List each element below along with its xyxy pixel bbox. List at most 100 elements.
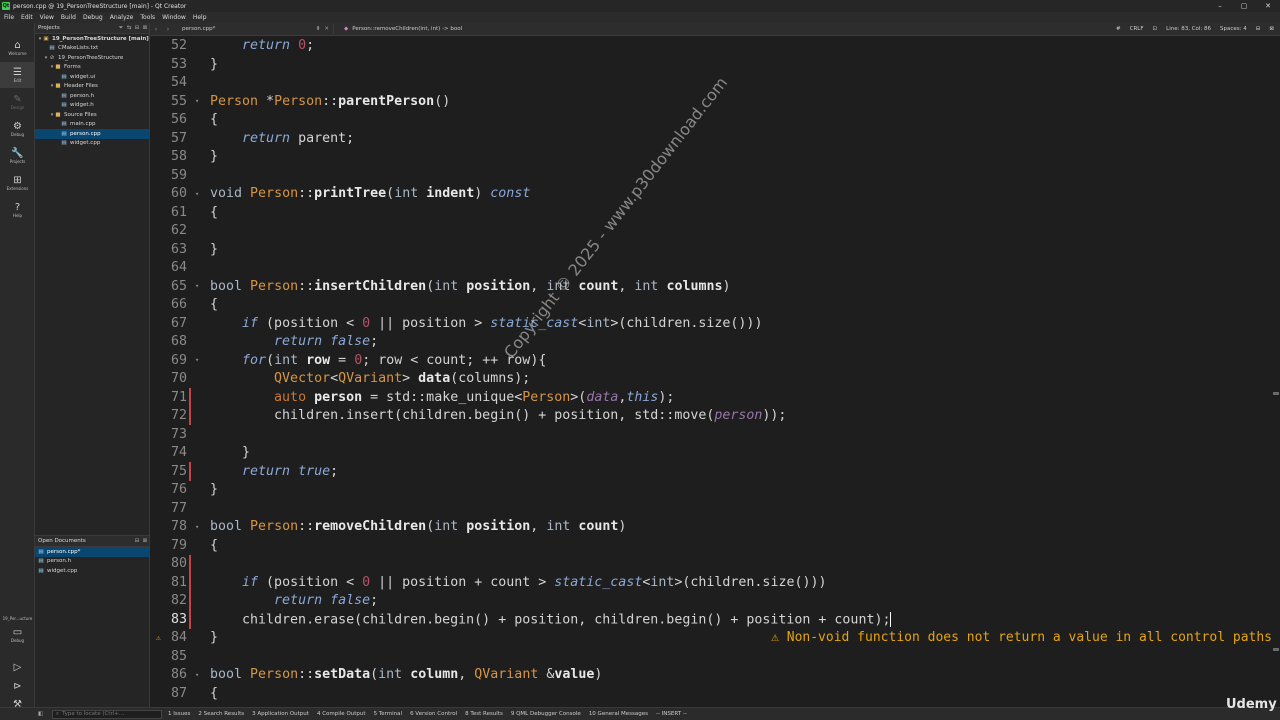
- inline-warning-message[interactable]: ⚠ Non-void function does not return a va…: [771, 630, 1272, 645]
- code-line[interactable]: 79 {: [150, 536, 1280, 555]
- menu-file[interactable]: File: [4, 14, 14, 21]
- minimize-button[interactable]: –: [1208, 0, 1232, 12]
- fold-marker-icon[interactable]: ▾: [195, 356, 199, 364]
- code-line[interactable]: 72 children.insert(children.begin() + po…: [150, 406, 1280, 425]
- code-line[interactable]: 67 if (position < 0 || position > static…: [150, 314, 1280, 333]
- line-ending-selector[interactable]: CRLF: [1130, 26, 1144, 32]
- tree-item-forms[interactable]: ▾ ■ Forms: [35, 63, 149, 73]
- split-icon[interactable]: ⊟: [133, 25, 141, 31]
- fold-marker-icon[interactable]: ▾: [195, 523, 199, 531]
- menu-help[interactable]: Help: [193, 14, 207, 21]
- tree-item-target[interactable]: ▾ ⊘ 19_PersonTreeStructure: [35, 53, 149, 63]
- forward-arrow-icon[interactable]: ›: [162, 26, 174, 33]
- code-line[interactable]: 64: [150, 259, 1280, 278]
- code-line[interactable]: 63}: [150, 240, 1280, 259]
- open-doc-person-h[interactable]: ▤ person.h: [35, 557, 149, 567]
- code-line[interactable]: 53}: [150, 55, 1280, 74]
- menu-tools[interactable]: Tools: [140, 14, 155, 21]
- tree-item-person-cpp[interactable]: ▤ person.cpp: [35, 129, 149, 139]
- code-line[interactable]: 76}: [150, 481, 1280, 500]
- code-line[interactable]: 74 }: [150, 444, 1280, 463]
- code-line[interactable]: 73: [150, 425, 1280, 444]
- pane-version-control[interactable]: 6 Version Control: [410, 711, 457, 717]
- indentation-selector[interactable]: Spaces: 4: [1220, 26, 1247, 32]
- sidebar-toggle-icon[interactable]: ◧: [38, 711, 43, 717]
- code-line[interactable]: 87 {: [150, 684, 1280, 703]
- pane-issues[interactable]: 1 Issues: [168, 711, 190, 717]
- code-line[interactable]: 82 return false;: [150, 591, 1280, 610]
- filter-icon[interactable]: ⏷: [117, 25, 125, 32]
- open-doc-widget-cpp[interactable]: ▤ widget.cpp: [35, 566, 149, 576]
- menu-analyze[interactable]: Analyze: [110, 14, 134, 21]
- pane-terminal[interactable]: 5 Terminal: [374, 711, 403, 717]
- fold-marker-icon[interactable]: ▾: [195, 282, 199, 290]
- close-pane-icon[interactable]: ⊠: [141, 25, 149, 31]
- maximize-button[interactable]: ▢: [1232, 0, 1256, 12]
- close-editor-icon[interactable]: ⊠: [1269, 26, 1274, 32]
- code-line[interactable]: 81 if (position < 0 || position + count …: [150, 573, 1280, 592]
- code-line[interactable]: 77: [150, 499, 1280, 518]
- mode-extensions[interactable]: ⊞ Extensions: [0, 170, 35, 196]
- run-button[interactable]: ▷: [0, 659, 35, 675]
- pane-application-output[interactable]: 3 Application Output: [252, 711, 309, 717]
- menu-edit[interactable]: Edit: [21, 14, 33, 21]
- symbol-selector[interactable]: ◆ Person::removeChildren(int, int) -> bo…: [334, 24, 974, 34]
- pane-search-results[interactable]: 2 Search Results: [198, 711, 244, 717]
- code-line[interactable]: 65 ▾ bool Person::insertChildren(int posit…: [150, 277, 1280, 296]
- link-icon[interactable]: ⇆: [125, 25, 133, 31]
- code-line[interactable]: 66 {: [150, 296, 1280, 315]
- code-line[interactable]: 68 return false;: [150, 333, 1280, 352]
- close-button[interactable]: ✕: [1256, 0, 1280, 12]
- open-documents-title[interactable]: Open Documents: [38, 538, 133, 544]
- code-line[interactable]: 78 ▾ bool Person::removeChildren(int posit…: [150, 518, 1280, 537]
- code-line[interactable]: 52 return 0;: [150, 37, 1280, 56]
- code-line[interactable]: 85: [150, 647, 1280, 666]
- split-icon[interactable]: ⊟: [1256, 26, 1261, 32]
- code-line[interactable]: 80: [150, 554, 1280, 573]
- code-line[interactable]: 71 auto person = std::make_unique<Person…: [150, 388, 1280, 407]
- mode-edit[interactable]: ☰ Edit: [0, 62, 35, 88]
- code-line[interactable]: 58}: [150, 148, 1280, 167]
- fold-marker-icon[interactable]: ▾: [195, 671, 199, 679]
- code-line[interactable]: ⚠ 84} ⚠ Non-void function does not return …: [150, 629, 1280, 648]
- tree-item-source-files[interactable]: ▾ ■ Source Files: [35, 110, 149, 120]
- code-line[interactable]: 57 return parent;: [150, 129, 1280, 148]
- tree-item-cmakelists[interactable]: ▤ CMakeLists.txt: [35, 44, 149, 54]
- pane-test-results[interactable]: 8 Test Results: [465, 711, 503, 717]
- projects-pane-title[interactable]: Projects: [38, 25, 117, 31]
- tree-item-project[interactable]: ▾ ▣ 19_PersonTreeStructure [main]: [35, 34, 149, 44]
- code-line[interactable]: 69 ▾ for(int row = 0; row < count; ++ row…: [150, 351, 1280, 370]
- mode-debug[interactable]: ⚙ Debug: [0, 116, 35, 142]
- debug-run-button[interactable]: ⊳: [0, 678, 35, 694]
- mode-welcome[interactable]: ⌂ Welcome: [0, 35, 35, 61]
- fold-marker-icon[interactable]: ▾: [195, 97, 199, 105]
- code-line[interactable]: 83 children.erase(children.begin() + pos…: [150, 610, 1280, 629]
- code-line[interactable]: 61 {: [150, 203, 1280, 222]
- tree-item-widget-cpp[interactable]: ▤ widget.cpp: [35, 139, 149, 149]
- hash-icon[interactable]: #: [1116, 26, 1121, 32]
- tree-item-person-h[interactable]: ▤ person.h: [35, 91, 149, 101]
- code-line[interactable]: 75 return true;: [150, 462, 1280, 481]
- fold-marker-icon[interactable]: ▾: [195, 190, 199, 198]
- menu-build[interactable]: Build: [61, 14, 76, 21]
- code-line[interactable]: 70 QVector<QVariant> data(columns);: [150, 370, 1280, 389]
- pane-general-messages[interactable]: 10 General Messages: [589, 711, 648, 717]
- menu-window[interactable]: Window: [162, 14, 186, 21]
- pane-compile-output[interactable]: 4 Compile Output: [317, 711, 366, 717]
- open-doc-person-cpp[interactable]: ▤ person.cpp*: [35, 547, 149, 557]
- code-line[interactable]: 60 ▾ void Person::printTree(int indent) co…: [150, 185, 1280, 204]
- tree-item-main-cpp[interactable]: ▤ main.cpp: [35, 120, 149, 130]
- tree-item-widget-h[interactable]: ▤ widget.h: [35, 101, 149, 111]
- code-line[interactable]: 62: [150, 222, 1280, 241]
- tree-item-widget-ui[interactable]: ▤ widget.ui: [35, 72, 149, 82]
- cursor-position[interactable]: Line: 83, Col: 86: [1166, 26, 1211, 32]
- code-line[interactable]: 86 ▾ bool Person::setData(int column, QVar…: [150, 666, 1280, 685]
- close-pane-icon[interactable]: ⊠: [141, 538, 149, 544]
- mode-projects[interactable]: 🔧 Projects: [0, 143, 35, 169]
- code-line[interactable]: 56 {: [150, 111, 1280, 130]
- close-document-icon[interactable]: ✕: [324, 26, 329, 32]
- locator-input[interactable]: ⌕ Type to locate (Ctrl+...: [52, 709, 162, 719]
- mode-help[interactable]: ? Help: [0, 197, 35, 223]
- split-editor-icon[interactable]: ⊡: [1153, 26, 1158, 32]
- code-editor[interactable]: 52 return 0; 53} 54 55 ▾ Person *Person::pare…: [150, 36, 1280, 707]
